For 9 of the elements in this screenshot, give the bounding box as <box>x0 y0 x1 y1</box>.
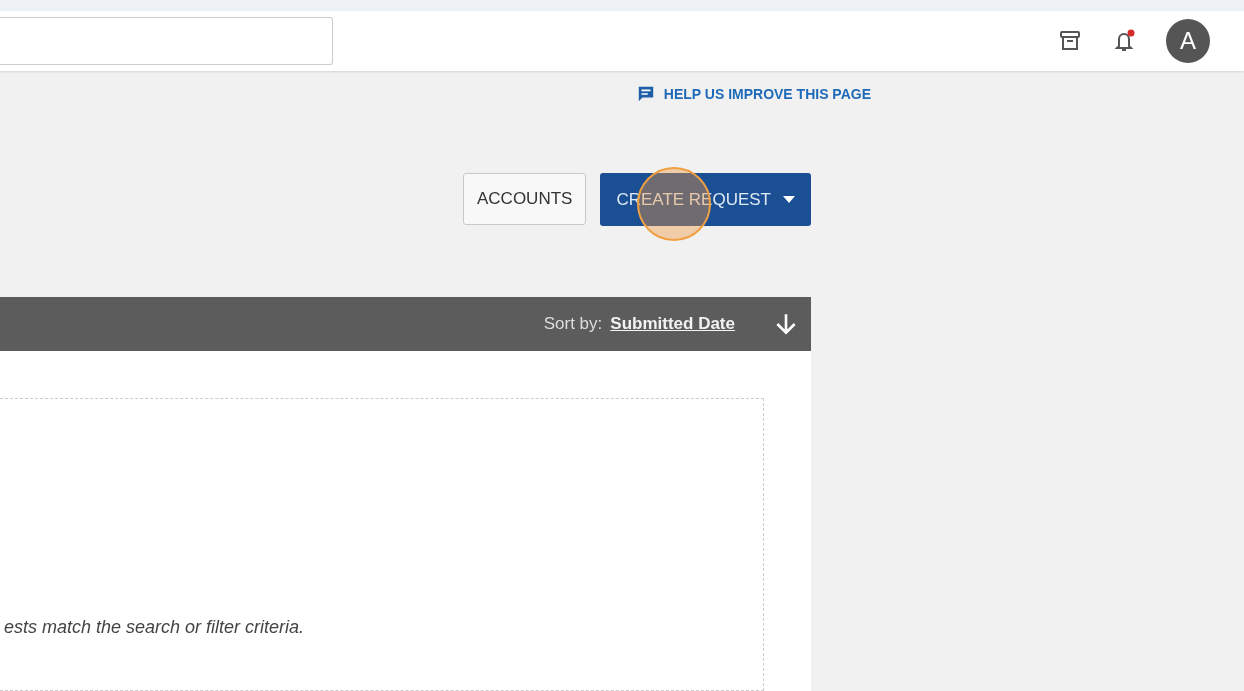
caret-icon <box>783 195 795 204</box>
bell-icon[interactable] <box>1112 29 1136 54</box>
sort-label: Sort by: <box>543 314 603 334</box>
help-link[interactable]: HELP US IMPROVE THIS PAGE <box>635 85 871 103</box>
empty-message: ests match the search or filter criteria. <box>3 617 305 638</box>
accounts-button[interactable]: ACCOUNTS <box>463 173 587 225</box>
sort-field-link[interactable]: Submitted Date <box>610 314 735 334</box>
avatar[interactable]: A <box>1166 19 1210 64</box>
search-field[interactable] <box>0 17 333 66</box>
